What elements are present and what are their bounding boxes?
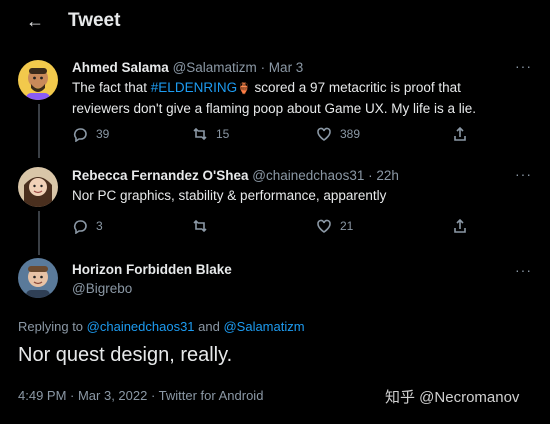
watermark: 知乎 @Necromanov xyxy=(385,389,520,406)
main-tweet-text: Nor quest design, really. xyxy=(18,344,233,366)
retweet-icon xyxy=(193,219,207,233)
like-button[interactable]: 21 xyxy=(316,218,353,234)
tweet-text: The fact that #ELDENRING🏺 scored a 97 me… xyxy=(72,80,477,116)
author-handle[interactable]: @Salamatizm xyxy=(173,60,257,75)
tweet-footer: 4:49 PM · Mar 3, 2022 · Twitter for Andr… xyxy=(18,388,264,403)
heart-icon xyxy=(317,219,331,233)
page-title: Tweet xyxy=(68,10,121,31)
share-icon xyxy=(454,126,466,141)
retweet-button[interactable] xyxy=(192,218,216,234)
reply-button[interactable]: 39 xyxy=(72,126,109,142)
mention-link[interactable]: @chainedchaos31 xyxy=(87,319,195,334)
thread-line xyxy=(38,104,40,158)
tweet-actions: 39 15 389 xyxy=(72,126,532,146)
reply-icon xyxy=(73,128,87,142)
author-handle[interactable]: @Bigrebo xyxy=(72,281,132,296)
reply-icon xyxy=(73,220,87,234)
author-name[interactable]: Rebecca Fernandez O'Shea xyxy=(72,168,249,183)
tweet-header: Horizon Forbidden Blake xyxy=(72,262,232,277)
avatar[interactable] xyxy=(18,60,58,100)
tweet-time[interactable]: · Mar 3 xyxy=(261,60,304,75)
top-bar: ← Tweet xyxy=(0,0,550,44)
back-arrow-icon[interactable]: ← xyxy=(26,12,44,30)
mention-link[interactable]: @Salamatizm xyxy=(223,319,304,334)
tweet-header: Rebecca Fernandez O'Shea @chainedchaos31… xyxy=(72,168,399,183)
hashtag-link[interactable]: #ELDENRING xyxy=(151,80,237,95)
avatar[interactable] xyxy=(18,167,58,207)
author-name[interactable]: Horizon Forbidden Blake xyxy=(72,262,232,277)
author-handle[interactable]: @chainedchaos31 xyxy=(252,168,364,183)
more-icon[interactable]: ··· xyxy=(515,262,532,278)
author-name[interactable]: Ahmed Salama xyxy=(72,60,169,75)
heart-icon xyxy=(317,127,331,141)
avatar[interactable] xyxy=(18,258,58,298)
share-icon xyxy=(454,218,466,233)
tweet-text: Nor PC graphics, stability & performance… xyxy=(72,188,387,203)
reply-button[interactable]: 3 xyxy=(72,218,103,234)
thread-line xyxy=(38,211,40,255)
like-button[interactable]: 389 xyxy=(316,126,360,142)
more-icon[interactable]: ··· xyxy=(515,58,532,74)
share-button[interactable] xyxy=(452,126,468,142)
replying-to: Replying to @chainedchaos31 and @Salamat… xyxy=(18,319,305,334)
tweet-actions: 3 21 xyxy=(72,218,532,238)
tweet-time[interactable]: · 22h xyxy=(368,168,399,183)
retweet-button[interactable]: 15 xyxy=(192,126,229,142)
share-button[interactable] xyxy=(452,218,468,234)
retweet-icon xyxy=(193,127,207,141)
more-icon[interactable]: ··· xyxy=(515,166,532,182)
emoji: 🏺 xyxy=(237,83,251,95)
tweet-header: Ahmed Salama @Salamatizm · Mar 3 xyxy=(72,60,303,75)
